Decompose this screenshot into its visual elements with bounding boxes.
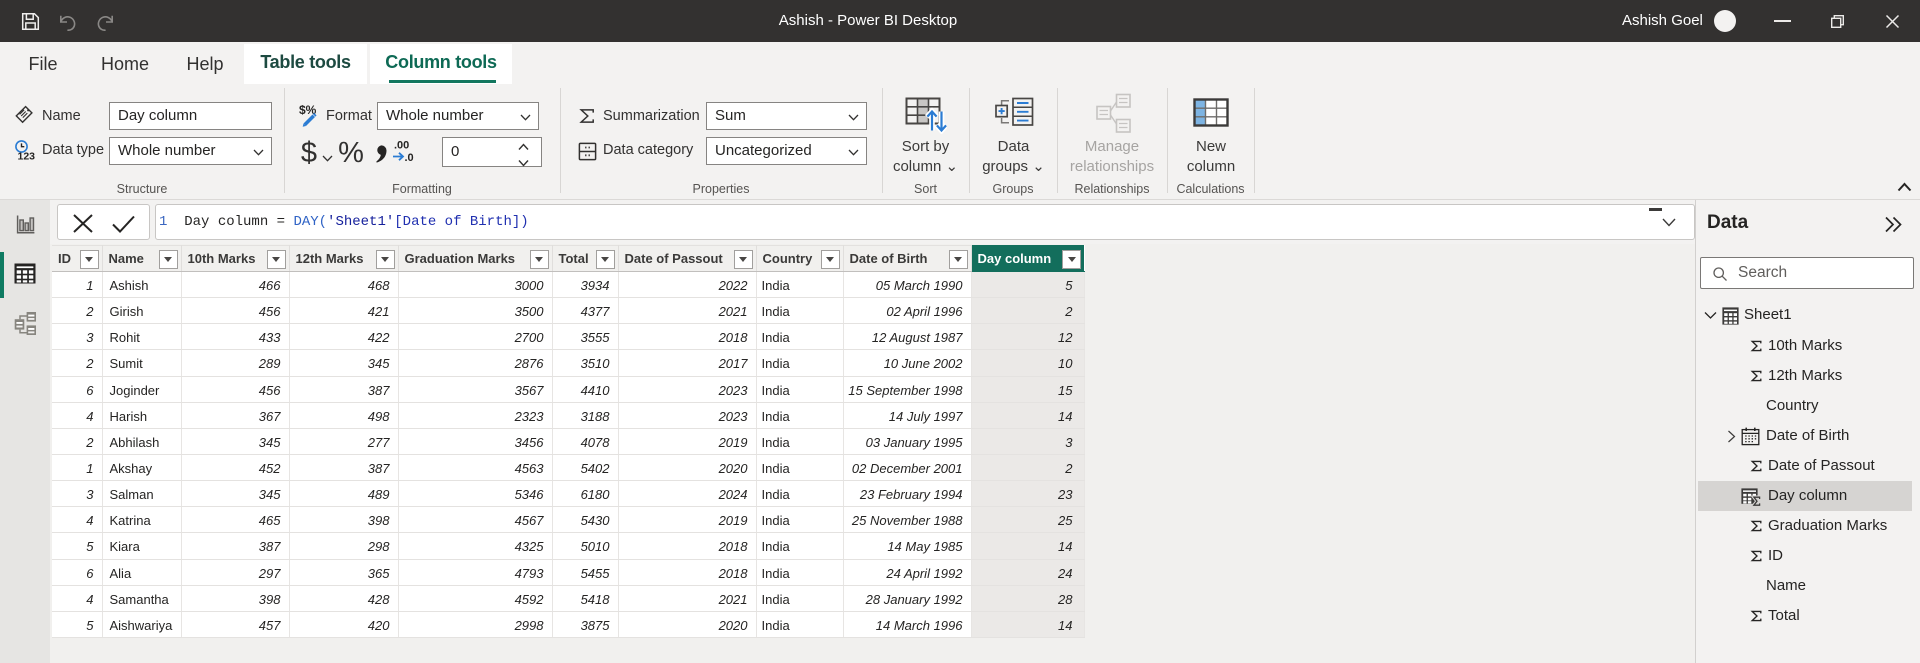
svg-text:123: 123: [18, 151, 36, 163]
svg-text:.00: .00: [394, 140, 409, 152]
svg-text:.0: .0: [405, 152, 414, 164]
